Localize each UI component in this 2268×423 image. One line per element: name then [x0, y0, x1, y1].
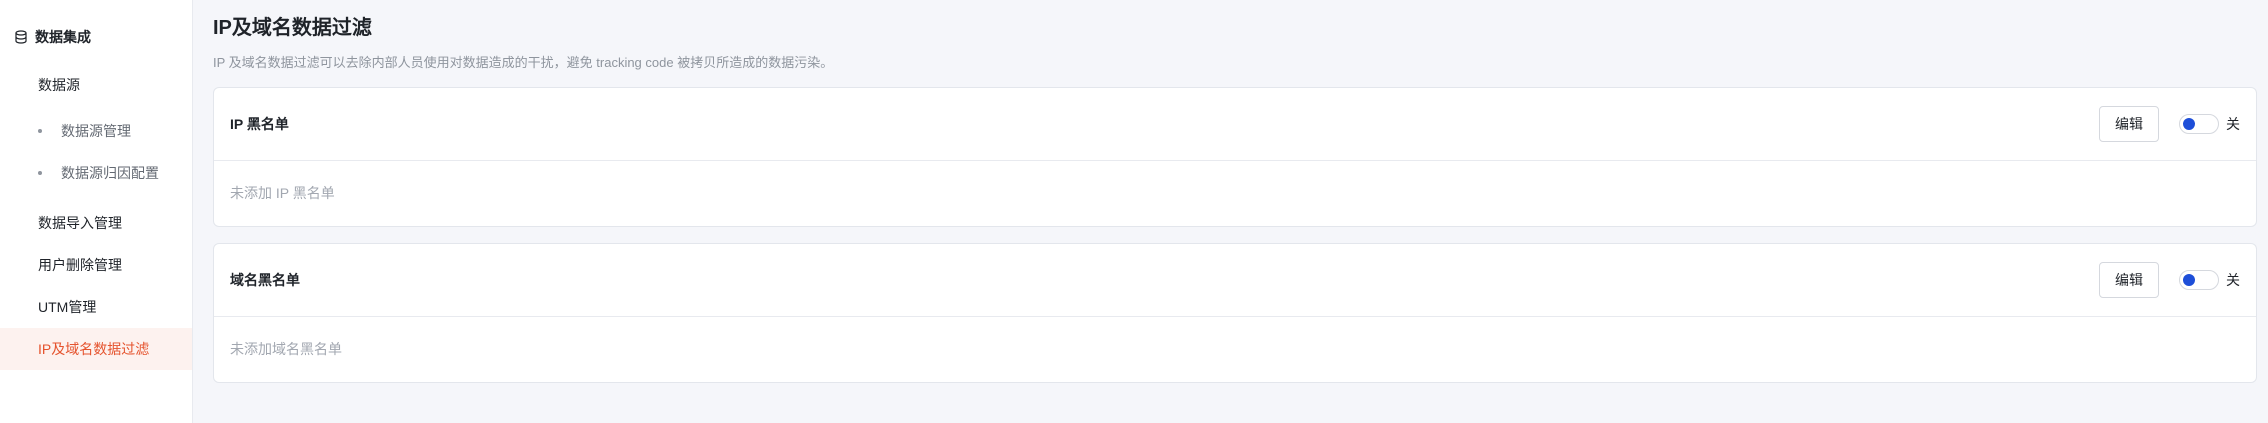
edit-button[interactable]: 编辑 [2099, 262, 2159, 298]
toggle-label: 关 [2226, 272, 2240, 288]
toggle-switch[interactable] [2179, 270, 2219, 290]
app: 数据集成 数据源 数据源管理 数据源归因配置 数据导入管理 用户删除管理 UTM… [0, 0, 2268, 423]
sidebar: 数据集成 数据源 数据源管理 数据源归因配置 数据导入管理 用户删除管理 UTM… [0, 0, 193, 423]
card-header: IP 黑名单 编辑 关 [214, 88, 2256, 161]
edit-button[interactable]: 编辑 [2099, 106, 2159, 142]
main-content: IP及域名数据过滤 IP 及域名数据过滤可以去除内部人员使用对数据造成的干扰，避… [193, 0, 2268, 423]
page-description: IP 及域名数据过滤可以去除内部人员使用对数据造成的干扰，避免 tracking… [213, 55, 834, 70]
sidebar-item-label: IP及域名数据过滤 [38, 341, 150, 357]
ip-blacklist-card: IP 黑名单 编辑 关 未添加 IP 黑名单 [213, 87, 2257, 227]
toggle-switch[interactable] [2179, 114, 2219, 134]
sidebar-subitem-attribution-config[interactable]: 数据源归因配置 [0, 152, 192, 194]
sidebar-section-header[interactable]: 数据集成 [0, 18, 192, 56]
sidebar-item-data-import[interactable]: 数据导入管理 [0, 202, 192, 244]
sidebar-item-ip-domain-filter[interactable]: IP及域名数据过滤 [0, 328, 192, 370]
empty-state-text: 未添加 IP 黑名单 [230, 185, 335, 201]
sidebar-item-label: 数据源归因配置 [61, 165, 159, 181]
card-title: 域名黑名单 [230, 272, 300, 288]
sidebar-item-label: 数据导入管理 [38, 215, 122, 231]
sidebar-item-datasource[interactable]: 数据源 [0, 64, 192, 106]
card-title: IP 黑名单 [230, 116, 289, 132]
sidebar-item-label: UTM管理 [38, 299, 97, 315]
sidebar-item-label: 用户删除管理 [38, 257, 122, 273]
empty-state-text: 未添加域名黑名单 [230, 341, 342, 357]
domain-blacklist-card: 域名黑名单 编辑 关 未添加域名黑名单 [213, 243, 2257, 383]
sidebar-item-label: 数据源管理 [61, 123, 131, 139]
toggle-knob [2183, 274, 2195, 286]
sidebar-section-title: 数据集成 [35, 29, 91, 45]
toggle-knob [2183, 118, 2195, 130]
sidebar-item-utm[interactable]: UTM管理 [0, 286, 192, 328]
sidebar-item-label: 数据源 [38, 77, 80, 93]
card-header: 域名黑名单 编辑 关 [214, 244, 2256, 317]
page-title: IP及域名数据过滤 [213, 17, 372, 39]
bullet-dot [38, 171, 42, 175]
sidebar-subitem-datasource-management[interactable]: 数据源管理 [0, 110, 192, 152]
toggle-label: 关 [2226, 116, 2240, 132]
bullet-dot [38, 129, 42, 133]
sidebar-item-user-deletion[interactable]: 用户删除管理 [0, 244, 192, 286]
database-icon [14, 30, 28, 44]
